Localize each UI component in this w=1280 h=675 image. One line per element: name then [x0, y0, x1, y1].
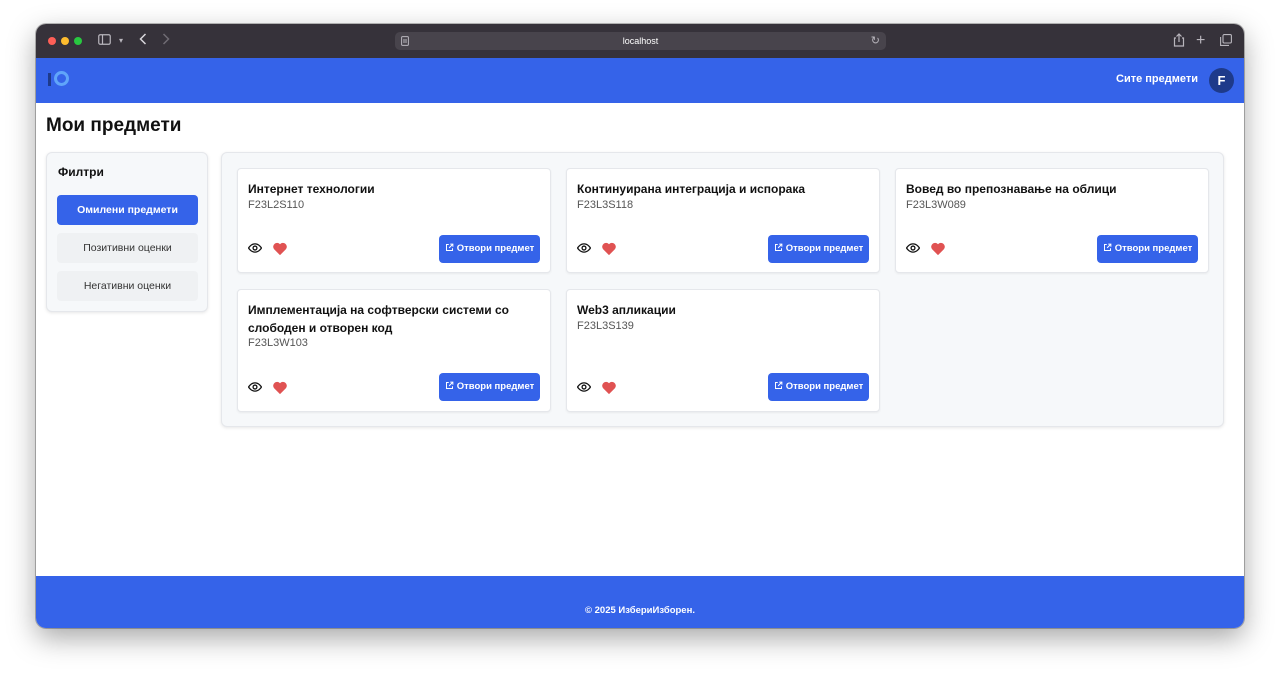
tabs-overview-icon[interactable]	[1220, 32, 1232, 51]
course-title: Имплементација на софтверски системи со …	[248, 303, 509, 335]
chevron-down-icon[interactable]: ▾	[119, 32, 123, 50]
footer-copyright: © 2025 ИзбериИзборен.	[585, 605, 695, 616]
course-code: F23L3W103	[248, 337, 308, 349]
course-title: Интернет технологии	[248, 182, 375, 196]
course-card: Континуирана интеграција и испорака F23L…	[566, 168, 880, 273]
reload-icon[interactable]: ↻	[871, 32, 880, 50]
open-course-label: Отвори предмет	[785, 243, 864, 254]
logo-ring	[54, 71, 69, 86]
url-text: localhost	[622, 36, 659, 46]
open-course-label: Отвори предмет	[1114, 243, 1193, 254]
external-link-icon	[445, 381, 454, 389]
course-card: Web3 апликации F23L3S139 Отвори предмет	[566, 289, 880, 412]
open-course-button[interactable]: Отвори предмет	[768, 373, 869, 401]
eye-icon[interactable]	[577, 241, 591, 255]
open-course-button[interactable]: Отвори предмет	[768, 235, 869, 263]
filter-positive-grades-button[interactable]: Позитивни оценки	[57, 233, 198, 263]
open-course-label: Отвори предмет	[456, 243, 535, 254]
open-course-button[interactable]: Отвори предмет	[439, 235, 540, 263]
open-course-button[interactable]: Отвори предмет	[439, 373, 540, 401]
browser-toolbar: ▾ localhost ↻ +	[36, 24, 1244, 58]
course-card: Вовед во препознавање на облици F23L3W08…	[895, 168, 1209, 273]
app-logo[interactable]	[48, 71, 72, 89]
course-code: F23L3S139	[577, 320, 634, 332]
course-code: F23L3S118	[577, 199, 634, 211]
new-tab-icon[interactable]: +	[1196, 32, 1205, 50]
eye-icon[interactable]	[248, 241, 262, 255]
courses-panel: Интернет технологии F23L2S110 Отвори пре…	[221, 152, 1224, 427]
avatar[interactable]: F	[1209, 68, 1234, 93]
nav-all-subjects-link[interactable]: Сите предмети	[1116, 73, 1198, 85]
page-settings-icon[interactable]	[401, 32, 409, 52]
zoom-window-button[interactable]	[74, 37, 82, 45]
eye-icon[interactable]	[248, 380, 262, 394]
external-link-icon	[774, 243, 783, 251]
course-card: Интернет технологии F23L2S110 Отвори пре…	[237, 168, 551, 273]
close-window-button[interactable]	[48, 37, 56, 45]
page-title: Мои предмети	[46, 115, 182, 136]
course-title: Web3 апликации	[577, 303, 676, 317]
course-code: F23L3W089	[906, 199, 966, 211]
filter-negative-grades-button[interactable]: Негативни оценки	[57, 271, 198, 301]
course-card: Имплементација на софтверски системи со …	[237, 289, 551, 412]
browser-window: ▾ localhost ↻ + Сите предмети F Мои пред…	[36, 24, 1244, 628]
external-link-icon	[1103, 243, 1112, 251]
open-course-button[interactable]: Отвори предмет	[1097, 235, 1198, 263]
back-icon[interactable]	[139, 32, 147, 50]
course-code: F23L2S110	[248, 199, 305, 211]
filters-panel: Филтри Омилени предмети Позитивни оценки…	[46, 152, 208, 312]
minimize-window-button[interactable]	[61, 37, 69, 45]
forward-icon[interactable]	[162, 32, 170, 50]
sidebar-icon[interactable]	[98, 32, 111, 50]
address-bar[interactable]: localhost ↻	[395, 32, 886, 50]
filters-title: Филтри	[58, 165, 104, 179]
eye-icon[interactable]	[577, 380, 591, 394]
filter-favorites-button[interactable]: Омилени предмети	[57, 195, 198, 225]
open-course-label: Отвори предмет	[785, 381, 864, 392]
course-title: Континуирана интеграција и испорака	[577, 182, 806, 196]
eye-icon[interactable]	[906, 241, 920, 255]
heart-icon[interactable]	[272, 241, 288, 256]
external-link-icon	[774, 381, 783, 389]
heart-icon[interactable]	[272, 380, 288, 395]
open-course-label: Отвори предмет	[456, 381, 535, 392]
external-link-icon	[445, 243, 454, 251]
share-icon[interactable]	[1173, 32, 1185, 52]
course-title: Вовед во препознавање на облици	[906, 182, 1117, 196]
heart-icon[interactable]	[601, 380, 617, 395]
footer: © 2025 ИзбериИзборен.	[36, 576, 1244, 628]
logo-bar	[48, 73, 51, 86]
app-header: Сите предмети F	[36, 58, 1244, 103]
heart-icon[interactable]	[601, 241, 617, 256]
heart-icon[interactable]	[930, 241, 946, 256]
